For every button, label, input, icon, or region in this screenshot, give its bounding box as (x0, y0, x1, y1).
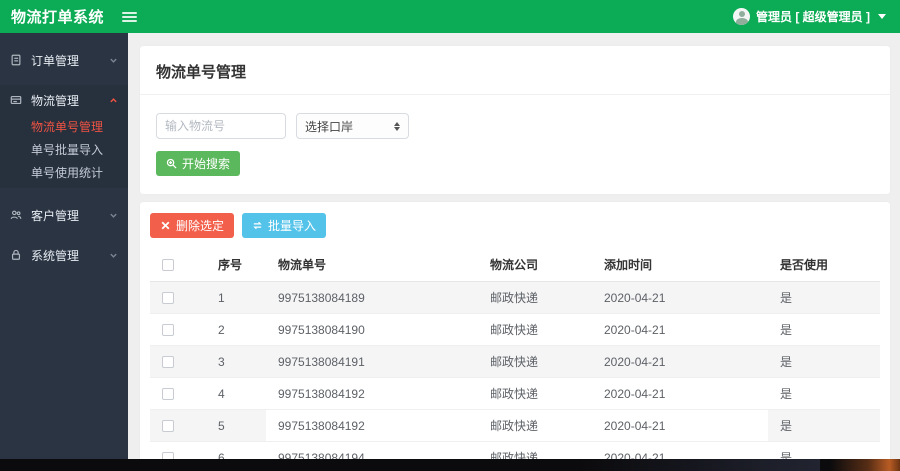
chevron-down-icon (109, 211, 118, 220)
logistics-icon (10, 94, 23, 107)
tracking-table: 序号 物流单号 物流公司 添加时间 是否使用 1 9975138084189 邮政快… (150, 248, 880, 471)
select-all-cell (150, 248, 206, 282)
row-checkbox[interactable] (162, 388, 174, 401)
select-arrows-icon (394, 121, 400, 131)
tracking-number-input[interactable] (156, 113, 286, 139)
search-button[interactable]: 开始搜索 (156, 151, 241, 176)
users-icon (10, 209, 23, 222)
row-used: 是 (768, 409, 880, 442)
row-tracking: 9975138084190 (266, 313, 478, 346)
sidebar-item-label: 物流管理 (31, 93, 80, 108)
search-button-label: 开始搜索 (182, 157, 231, 171)
search-card: 物流单号管理 选择口岸 开始搜索 (140, 46, 890, 194)
table-row: 4 9975138084192 邮政快递 2020-04-21 是 (150, 377, 880, 410)
row-date: 2020-04-21 (592, 409, 768, 442)
row-company: 邮政快递 (478, 377, 592, 410)
page-title: 物流单号管理 (156, 64, 247, 81)
table-row: 1 9975138084189 邮政快递 2020-04-21 是 (150, 281, 880, 314)
import-button-label: 批量导入 (268, 219, 317, 233)
sidebar-subitem-batch-import[interactable]: 单号批量导入 (0, 138, 128, 161)
sidebar-subitem-usage-stats[interactable]: 单号使用统计 (0, 161, 128, 184)
row-checkbox[interactable] (162, 420, 174, 433)
row-used: 是 (768, 313, 880, 346)
col-header-company: 物流公司 (478, 248, 592, 282)
row-tracking: 9975138084192 (266, 377, 478, 410)
row-date: 2020-04-21 (592, 281, 768, 314)
sync-icon (253, 221, 262, 230)
row-date: 2020-04-21 (592, 345, 768, 378)
row-tracking: 9975138084189 (266, 281, 478, 314)
row-used: 是 (768, 281, 880, 314)
row-no: 5 (206, 409, 266, 442)
col-header-tracking: 物流单号 (266, 248, 478, 282)
row-date: 2020-04-21 (592, 377, 768, 410)
document-icon (10, 54, 23, 67)
row-checkbox-cell (150, 281, 206, 314)
sidebar-item-logistics[interactable]: 物流管理 (0, 85, 128, 115)
chevron-down-icon (109, 56, 118, 65)
row-tracking: 9975138084191 (266, 345, 478, 378)
col-header-used: 是否使用 (768, 248, 880, 282)
port-select-value: 选择口岸 (305, 119, 354, 134)
desktop-edge-strip (0, 459, 900, 471)
table-header-row: 序号 物流单号 物流公司 添加时间 是否使用 (150, 248, 880, 282)
app-title: 物流打单系统 (11, 9, 105, 26)
row-checkbox[interactable] (162, 324, 174, 337)
row-no: 4 (206, 377, 266, 410)
row-checkbox-cell (150, 345, 206, 378)
row-checkbox-cell (150, 377, 206, 410)
search-row: 选择口岸 (140, 95, 890, 139)
user-label: 管理员 [ 超级管理员 ] (756, 10, 870, 24)
x-icon (161, 221, 170, 230)
row-checkbox-cell (150, 409, 206, 442)
delete-button-label: 删除选定 (176, 219, 225, 233)
row-checkbox-cell (150, 313, 206, 346)
chevron-down-icon (109, 251, 118, 260)
main-content: 物流单号管理 选择口岸 开始搜索 删除选定 (128, 33, 900, 471)
sidebar-group-logistics: 物流管理 物流单号管理 单号批量导入 单号使用统计 (0, 85, 128, 188)
chevron-up-icon (109, 96, 118, 105)
table-row: 5 9975138084192 邮政快递 2020-04-21 是 (150, 409, 880, 442)
table-row: 3 9975138084191 邮政快递 2020-04-21 是 (150, 345, 880, 378)
batch-import-button[interactable]: 批量导入 (242, 213, 327, 238)
table-card: 删除选定 批量导入 序号 物流单号 物流公司 添加时间 是否使用 1 99751… (140, 202, 890, 471)
sidebar-item-label: 系统管理 (31, 248, 80, 263)
row-no: 3 (206, 345, 266, 378)
table-row: 2 9975138084190 邮政快递 2020-04-21 是 (150, 313, 880, 346)
sidebar-item-customers[interactable]: 客户管理 (0, 202, 128, 228)
sidebar-item-label: 订单管理 (31, 53, 80, 68)
row-no: 2 (206, 313, 266, 346)
top-bar: 物流打单系统 管理员 [ 超级管理员 ] (0, 0, 900, 33)
table-body: 1 9975138084189 邮政快递 2020-04-21 是 2 9975138084… (150, 281, 880, 471)
row-company: 邮政快递 (478, 345, 592, 378)
row-tracking: 9975138084192 (266, 409, 478, 442)
avatar (733, 8, 750, 25)
col-header-date: 添加时间 (592, 248, 768, 282)
row-date: 2020-04-21 (592, 313, 768, 346)
sidebar-item-label: 客户管理 (31, 208, 80, 223)
row-used: 是 (768, 345, 880, 378)
delete-selected-button[interactable]: 删除选定 (150, 213, 235, 238)
hamburger-menu-icon[interactable] (122, 11, 138, 22)
search-icon (166, 158, 177, 169)
row-no: 1 (206, 281, 266, 314)
select-all-checkbox[interactable] (162, 259, 174, 272)
row-checkbox[interactable] (162, 356, 174, 369)
sidebar-subitem-tracking-management[interactable]: 物流单号管理 (0, 115, 128, 138)
port-select[interactable]: 选择口岸 (296, 113, 409, 139)
sidebar-item-system[interactable]: 系统管理 (0, 242, 128, 268)
row-company: 邮政快递 (478, 313, 592, 346)
user-menu[interactable]: 管理员 [ 超级管理员 ] (733, 8, 900, 25)
lock-icon (10, 249, 23, 262)
row-used: 是 (768, 377, 880, 410)
sidebar: 订单管理 物流管理 物流单号管理 单号批量导入 单号使用统计 客户管理 系统管理 (0, 33, 128, 459)
table-toolbar: 删除选定 批量导入 (150, 211, 880, 248)
row-checkbox[interactable] (162, 292, 174, 305)
sidebar-item-orders[interactable]: 订单管理 (0, 47, 128, 73)
col-header-no: 序号 (206, 248, 266, 282)
caret-down-icon (878, 14, 886, 19)
row-company: 邮政快递 (478, 409, 592, 442)
app-window: 物流打单系统 管理员 [ 超级管理员 ] 订单管理 物流管理 物流单号管理 单号… (0, 0, 900, 471)
row-company: 邮政快递 (478, 281, 592, 314)
